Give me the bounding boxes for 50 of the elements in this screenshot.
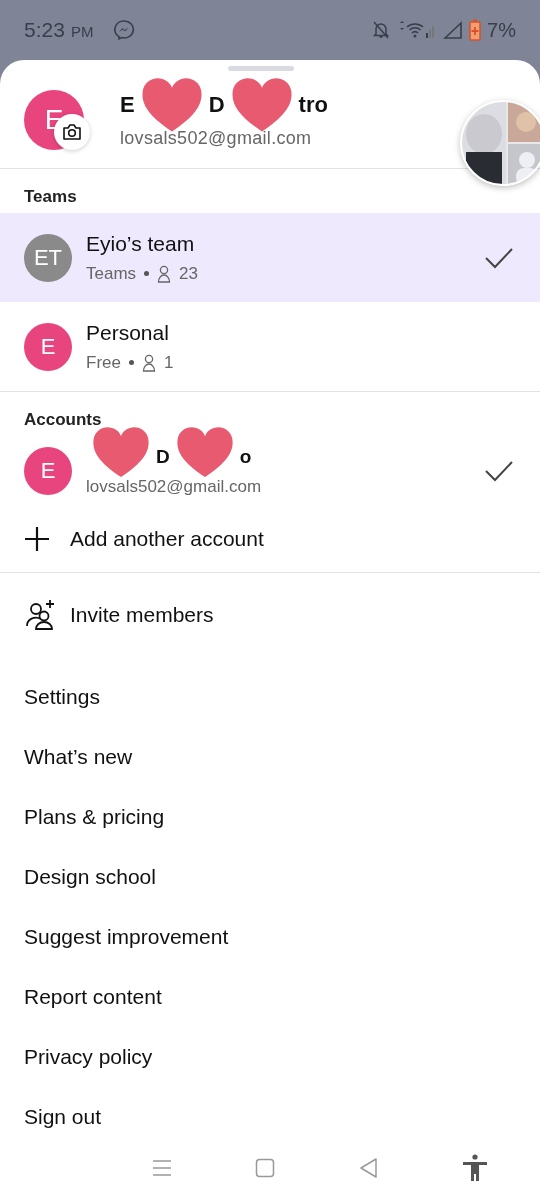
- separator-dot: [144, 271, 150, 276]
- add-account-item[interactable]: Add another account: [0, 506, 540, 572]
- profile-name: tro: [298, 91, 328, 118]
- account-email: lovsals502@gmail.com: [86, 477, 263, 497]
- signal-icon: [443, 20, 464, 40]
- menu-item[interactable]: Privacy policy: [0, 1027, 540, 1087]
- team-item[interactable]: ET Eyio’s team Teams 23: [0, 213, 540, 302]
- team-name: Personal: [86, 320, 170, 345]
- check-icon: [484, 246, 514, 269]
- menu-item[interactable]: Settings: [0, 667, 540, 727]
- team-avatar: E: [24, 322, 72, 371]
- account-name: D: [156, 446, 170, 468]
- menu-item[interactable]: Report content: [0, 967, 540, 1027]
- back-icon[interactable]: [358, 1157, 379, 1179]
- member-count: 1: [163, 352, 174, 373]
- team-plan: Free: [86, 352, 121, 373]
- profile-name: D: [208, 91, 225, 118]
- drag-handle[interactable]: [228, 66, 294, 71]
- team-name: Eyio’s team: [86, 231, 196, 256]
- battery-percent: 7%: [487, 18, 516, 42]
- menu-item[interactable]: Sign out: [0, 1087, 540, 1147]
- accessibility-icon[interactable]: [462, 1154, 489, 1182]
- camera-icon: [62, 123, 82, 141]
- account-name: o: [239, 446, 252, 468]
- messenger-icon: [113, 19, 136, 41]
- plus-icon: [24, 526, 50, 552]
- profile-email: lovsals502@gmail.com: [120, 127, 313, 149]
- separator-dot: [128, 360, 134, 365]
- battery-icon: [469, 19, 482, 41]
- team-item[interactable]: E Personal Free 1: [0, 302, 540, 391]
- menu-item[interactable]: Plans & pricing: [0, 787, 540, 847]
- add-people-icon: [24, 599, 56, 631]
- account-avatar: E: [24, 447, 72, 495]
- status-time: 5:23: [24, 18, 65, 42]
- member-count: 23: [179, 263, 198, 284]
- section-heading: Accounts: [23, 409, 103, 431]
- team-plan: Teams: [86, 263, 137, 284]
- team-avatar: ET: [24, 233, 72, 282]
- person-icon: [157, 264, 172, 283]
- section-heading: Teams: [23, 186, 78, 208]
- bell-off-icon: [371, 20, 392, 40]
- status-ampm: PM: [70, 23, 94, 40]
- invite-members-item[interactable]: Invite members: [0, 573, 540, 657]
- menu-item[interactable]: Suggest improvement: [0, 907, 540, 967]
- menu-item[interactable]: What’s new: [0, 727, 540, 787]
- home-icon[interactable]: [255, 1158, 276, 1178]
- menu-item[interactable]: Design school: [0, 847, 540, 907]
- person-icon: [141, 353, 156, 372]
- profile-name: E: [120, 91, 135, 118]
- recents-icon[interactable]: [151, 1159, 172, 1177]
